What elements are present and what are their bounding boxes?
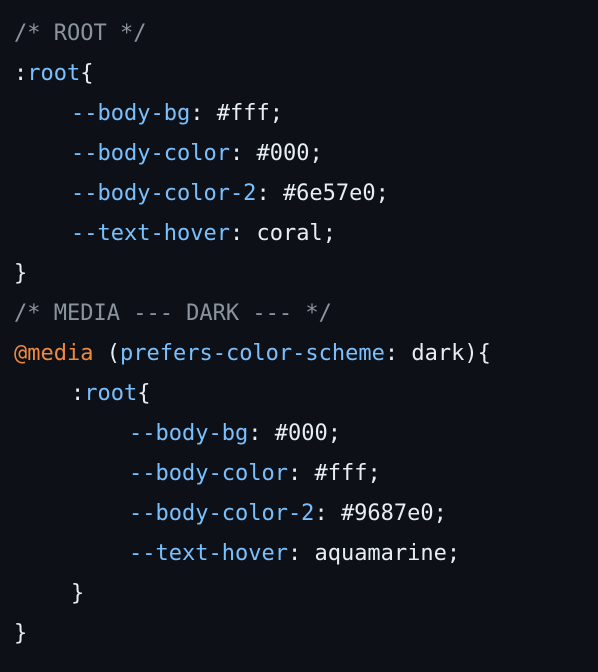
property-separator: : — [190, 101, 217, 126]
semicolon: ; — [269, 101, 283, 126]
close-paren: ) — [464, 341, 478, 366]
colon: : — [14, 61, 28, 86]
value-body-color-2: #9687e0 — [340, 501, 434, 526]
comment-media-dark: /* MEDIA --- DARK --- */ — [14, 301, 332, 326]
close-brace: } — [14, 621, 28, 646]
property-separator: : — [229, 221, 257, 246]
semicolon: ; — [367, 461, 381, 486]
value-body-bg: #000 — [274, 421, 328, 446]
code-line-6: --text-hover: coral; — [14, 214, 598, 254]
semicolon: ; — [375, 181, 389, 206]
code-line-13: --body-color-2: #9687e0; — [14, 494, 598, 534]
semicolon: ; — [327, 421, 341, 446]
code-line-1: /* ROOT */ — [14, 14, 598, 54]
semicolon: ; — [433, 501, 447, 526]
code-line-2: : root{ — [14, 54, 598, 94]
property-body-color: --body-color — [71, 141, 230, 166]
value-body-color: #fff — [314, 461, 368, 486]
open-brace: { — [137, 381, 151, 406]
at-rule-media: @media — [14, 341, 94, 366]
property-body-color-2: --body-color-2 — [129, 501, 315, 526]
code-line-4: --body-color: #000; — [14, 134, 598, 174]
feature-separator: : — [384, 341, 412, 366]
media-feature-value: dark — [411, 341, 465, 366]
media-feature: prefers-color-scheme — [119, 341, 385, 366]
property-body-color-2: --body-color-2 — [71, 181, 257, 206]
value-text-hover: aquamarine — [314, 541, 447, 566]
property-separator: : — [287, 461, 315, 486]
close-brace: } — [71, 581, 85, 606]
value-text-hover: coral — [256, 221, 323, 246]
property-separator: : — [256, 181, 283, 206]
property-body-bg: --body-bg — [129, 421, 249, 446]
code-line-14: --text-hover: aquamarine; — [14, 534, 598, 574]
value-body-color-2: #6e57e0 — [282, 181, 376, 206]
semicolon: ; — [322, 221, 336, 246]
code-line-5: --body-color-2: #6e57e0; — [14, 174, 598, 214]
property-separator: : — [314, 501, 341, 526]
code-line-15: } — [14, 574, 598, 614]
property-body-bg: --body-bg — [71, 101, 191, 126]
semicolon: ; — [309, 141, 323, 166]
semicolon: ; — [446, 541, 461, 566]
code-line-12: --body-color: #fff; — [14, 454, 598, 494]
property-separator: : — [287, 541, 315, 566]
code-line-7: } — [14, 254, 598, 294]
code-line-10: : root{ — [14, 374, 598, 414]
property-separator: : — [229, 141, 257, 166]
open-brace: { — [477, 341, 491, 366]
code-line-3: --body-bg: #fff; — [14, 94, 598, 134]
value-body-bg: #fff — [216, 101, 270, 126]
code-line-9: @media (prefers-color-scheme: dark){ — [14, 334, 598, 374]
code-line-16: } — [14, 614, 598, 654]
code-block: /* ROOT */ : root{ --body-bg: #fff; --bod… — [0, 0, 598, 672]
open-brace: { — [80, 61, 94, 86]
close-brace: } — [14, 261, 28, 286]
selector-root: root — [27, 61, 81, 86]
code-line-11: --body-bg: #000; — [14, 414, 598, 454]
code-line-8: /* MEDIA --- DARK --- */ — [14, 294, 598, 334]
property-separator: : — [248, 421, 275, 446]
selector-root: root — [84, 381, 138, 406]
value-body-color: #000 — [256, 141, 310, 166]
property-text-hover: --text-hover — [71, 221, 230, 246]
open-paren: ( — [106, 341, 120, 366]
property-body-color: --body-color — [129, 461, 288, 486]
comment-root: /* ROOT */ — [14, 21, 147, 46]
colon: : — [71, 381, 85, 406]
property-text-hover: --text-hover — [129, 541, 288, 566]
